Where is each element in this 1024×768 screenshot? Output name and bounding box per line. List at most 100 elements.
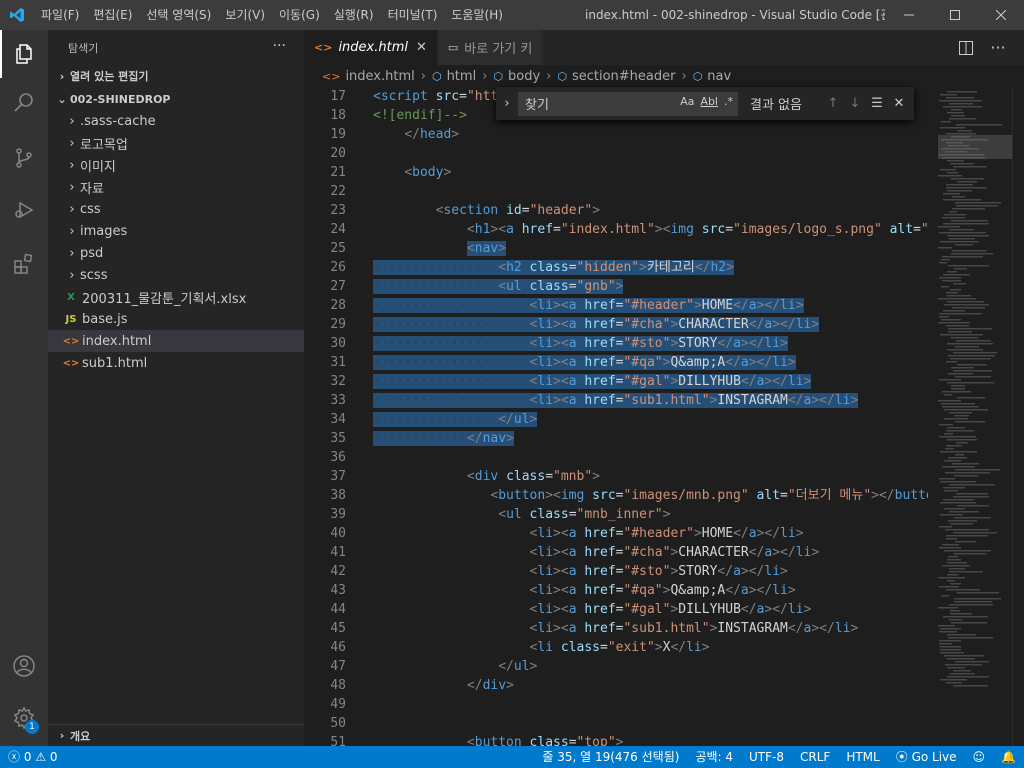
regex-button[interactable]: .* bbox=[724, 95, 733, 108]
minimap-line bbox=[947, 160, 964, 162]
menu-item-6[interactable]: 터미널(T) bbox=[381, 0, 445, 30]
project-section[interactable]: ⌄ 002-SHINEDROP bbox=[48, 88, 304, 110]
go-live-button[interactable]: ⦿ Go Live bbox=[888, 746, 965, 768]
previous-match-icon[interactable]: ↑ bbox=[822, 96, 844, 111]
code-text: <button class="top"> bbox=[466, 735, 624, 746]
feedback-icon[interactable]: ☺ bbox=[965, 746, 994, 768]
folder-label: 로고목업 bbox=[80, 137, 128, 153]
folder-item[interactable]: › 이미지 bbox=[48, 154, 304, 176]
account-icon[interactable] bbox=[0, 642, 48, 690]
line-number: 29 bbox=[330, 317, 346, 332]
minimap-line bbox=[947, 190, 972, 192]
chevron-right-icon: › bbox=[69, 179, 75, 195]
minimap-line bbox=[944, 409, 988, 411]
code-text: <li><a href="sub1.html">INSTAGRAM</a></l… bbox=[529, 621, 859, 636]
code-line: 36 bbox=[304, 448, 928, 467]
next-match-icon[interactable]: ↓ bbox=[844, 96, 866, 111]
open-editors-section[interactable]: › 열려 있는 편집기 bbox=[48, 65, 304, 87]
close-tab-icon[interactable]: ✕ bbox=[416, 40, 427, 55]
indentation[interactable]: 공백: 4 bbox=[687, 746, 741, 768]
menu-item-4[interactable]: 이동(G) bbox=[272, 0, 327, 30]
minimap-line bbox=[943, 199, 981, 201]
end-of-line[interactable]: CRLF bbox=[792, 746, 838, 768]
folder-item[interactable]: › images bbox=[48, 220, 304, 242]
code-line: 49 bbox=[304, 695, 928, 714]
folder-item[interactable]: › css bbox=[48, 198, 304, 220]
tab-index-html[interactable]: <> index.html ✕ bbox=[304, 30, 438, 65]
folder-item[interactable]: › psd bbox=[48, 242, 304, 264]
minimap-line bbox=[942, 544, 959, 546]
file-item[interactable]: JS base.js bbox=[48, 308, 304, 330]
folder-item[interactable]: › 로고목업 bbox=[48, 132, 304, 154]
close-find-icon[interactable]: ✕ bbox=[888, 96, 910, 111]
code-text: <h1><a href="index.html"><img src="image… bbox=[466, 222, 928, 237]
run-debug-icon[interactable] bbox=[0, 186, 48, 234]
vscode-logo-icon bbox=[0, 0, 34, 30]
minimap-line bbox=[951, 388, 965, 390]
problems-indicator[interactable]: ⓧ 0 ⚠ 0 bbox=[0, 746, 66, 768]
minimap-line bbox=[955, 454, 964, 456]
file-item[interactable]: <> sub1.html bbox=[48, 352, 304, 374]
code-text: <li><a href="#gal">DILLYHUB</a></li> bbox=[529, 602, 812, 617]
split-editor-icon[interactable] bbox=[952, 30, 980, 65]
menu-item-7[interactable]: 도움말(H) bbox=[444, 0, 510, 30]
breadcrumb-item[interactable]: <> index.html bbox=[322, 69, 415, 84]
breadcrumb-item[interactable]: ⬡ nav bbox=[693, 69, 732, 84]
minimap-line bbox=[957, 505, 989, 507]
minimap[interactable] bbox=[928, 87, 1012, 746]
more-actions-icon[interactable]: ··· bbox=[984, 30, 1012, 65]
minimize-icon[interactable] bbox=[886, 0, 932, 30]
minimap-line bbox=[951, 337, 978, 339]
explorer-icon[interactable] bbox=[0, 30, 48, 78]
language-mode[interactable]: HTML bbox=[838, 746, 887, 768]
minimap-line bbox=[940, 169, 956, 171]
menu-item-2[interactable]: 선택 영역(S) bbox=[139, 0, 218, 30]
breadcrumb-item[interactable]: ⬡ body bbox=[493, 69, 540, 84]
file-item[interactable]: X 200311_물감툰_기획서.xlsx bbox=[48, 286, 304, 308]
file-item[interactable]: <> index.html bbox=[48, 330, 304, 352]
extensions-icon[interactable] bbox=[0, 240, 48, 288]
minimap-line bbox=[949, 484, 995, 486]
toggle-replace-icon[interactable]: › bbox=[496, 96, 518, 111]
minimap-line bbox=[953, 496, 989, 498]
notifications-icon[interactable]: 🔔 bbox=[993, 746, 1024, 768]
line-number: 32 bbox=[330, 374, 346, 389]
chevron-right-icon: › bbox=[482, 68, 488, 84]
find-widget: › 찾기 Aa Abl .* 결과 없음 ↑ ↓ ☰ ✕ bbox=[496, 87, 914, 120]
code-editor[interactable]: 17 <script src="htt 18 <![endif]--> 19 </hea… bbox=[304, 87, 928, 746]
outline-section[interactable]: › 개요 bbox=[48, 724, 304, 746]
breadcrumb-item[interactable]: ⬡ section#header bbox=[557, 69, 675, 84]
find-in-selection-icon[interactable]: ☰ bbox=[866, 96, 888, 111]
menu-item-3[interactable]: 보기(V) bbox=[218, 0, 272, 30]
folder-item[interactable]: › .sass-cache bbox=[48, 110, 304, 132]
code-text: ············</nav> bbox=[373, 431, 514, 446]
line-number: 34 bbox=[330, 412, 346, 427]
encoding[interactable]: UTF-8 bbox=[741, 746, 792, 768]
more-actions-icon[interactable]: ··· bbox=[273, 38, 286, 54]
breadcrumb-item[interactable]: ⬡ html bbox=[432, 69, 476, 84]
minimap-line bbox=[956, 205, 998, 207]
minimap-line bbox=[951, 385, 965, 387]
minimap-line bbox=[952, 250, 987, 252]
tab-keyboard-shortcuts[interactable]: ▭ 바로 가기 키 bbox=[437, 30, 544, 65]
editor-area: <> index.html ✕ ▭ 바로 가기 키 ··· <> index.ht… bbox=[304, 30, 1024, 746]
vertical-scrollbar[interactable] bbox=[1012, 87, 1024, 746]
source-control-icon[interactable] bbox=[0, 134, 48, 182]
folder-item[interactable]: › scss bbox=[48, 264, 304, 286]
search-icon[interactable] bbox=[0, 78, 48, 126]
match-word-button[interactable]: Abl bbox=[700, 95, 718, 108]
chevron-right-icon: › bbox=[681, 68, 687, 84]
match-case-button[interactable]: Aa bbox=[680, 95, 694, 108]
settings-gear-icon[interactable]: 1 bbox=[0, 694, 48, 742]
find-input[interactable]: 찾기 Aa Abl .* bbox=[518, 91, 738, 116]
menu-item-0[interactable]: 파일(F) bbox=[34, 0, 86, 30]
menu-item-5[interactable]: 실행(R) bbox=[327, 0, 381, 30]
minimap-slider[interactable] bbox=[938, 135, 1012, 159]
minimap-line bbox=[952, 463, 979, 465]
menu-item-1[interactable]: 편집(E) bbox=[86, 0, 139, 30]
close-window-icon[interactable] bbox=[978, 0, 1024, 30]
maximize-icon[interactable] bbox=[932, 0, 978, 30]
folder-item[interactable]: › 자료 bbox=[48, 176, 304, 198]
line-number: 50 bbox=[330, 716, 346, 731]
cursor-position[interactable]: 줄 35, 열 19(476 선택됨) bbox=[534, 746, 687, 768]
